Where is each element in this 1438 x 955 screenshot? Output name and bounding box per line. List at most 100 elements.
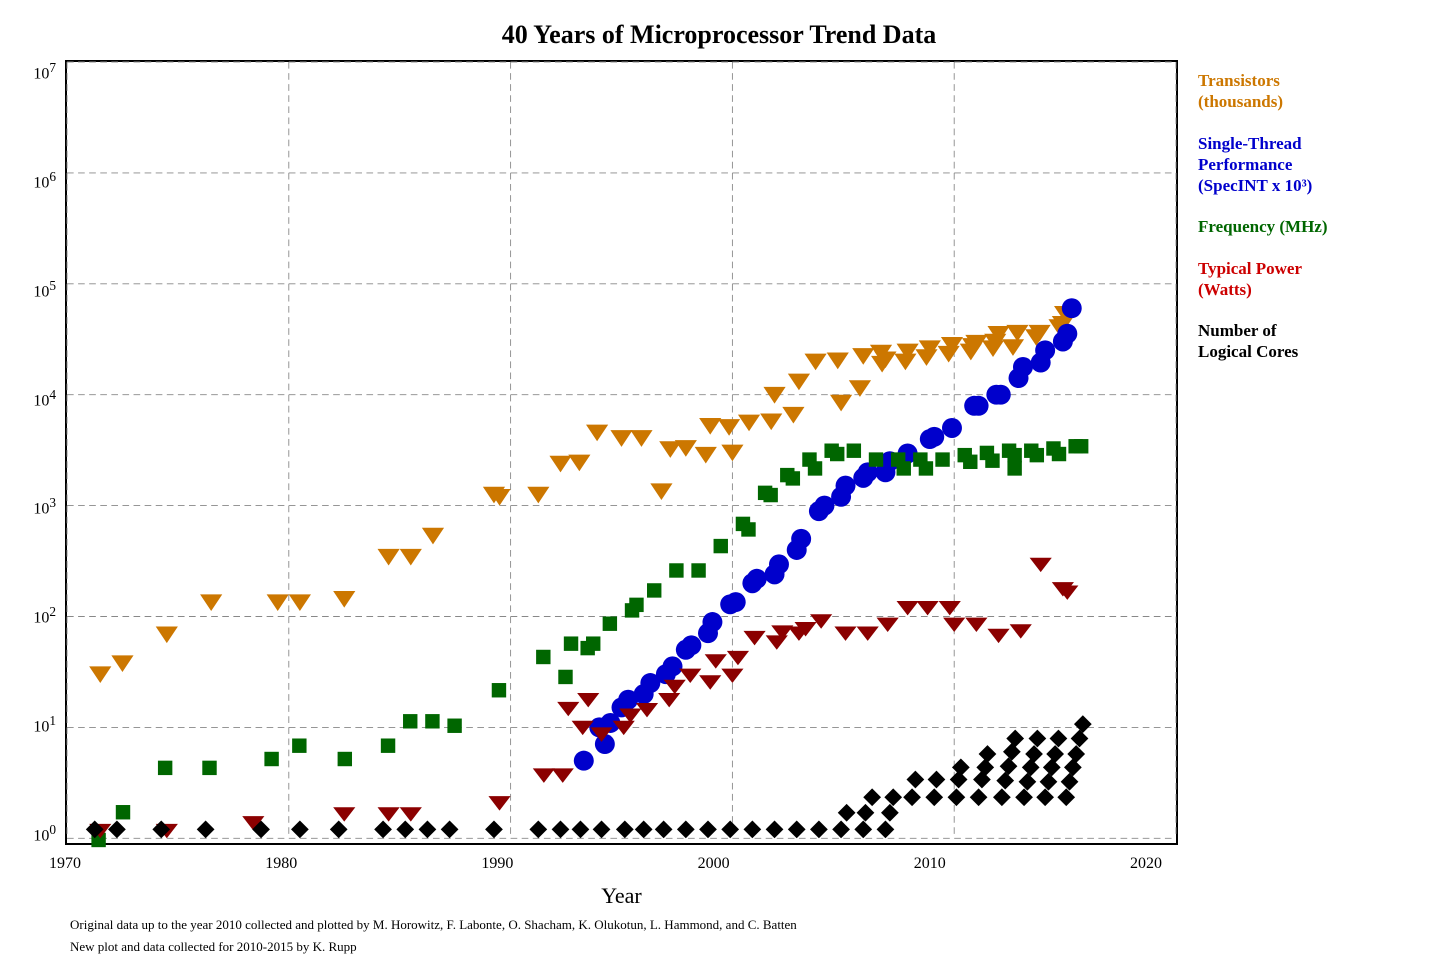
cores-point [396, 821, 414, 839]
freq-point [292, 738, 306, 752]
cores-point [832, 821, 850, 839]
cores-point [788, 821, 806, 839]
cores-point [952, 758, 970, 776]
power-point [378, 807, 400, 821]
cores-point [1071, 730, 1089, 748]
power-point [699, 675, 721, 689]
footnote1: Original data up to the year 2010 collec… [10, 917, 1428, 933]
cores-point [903, 788, 921, 806]
cores-point [1050, 730, 1068, 748]
chart-title: 40 Years of Microprocessor Trend Data [502, 20, 936, 50]
freq-point [1030, 448, 1044, 462]
x-tick-1980: 1980 [265, 855, 297, 873]
transistor-point [549, 456, 571, 473]
plot-container [65, 60, 1178, 845]
perf-point [991, 385, 1011, 405]
power-point [727, 651, 749, 665]
power-point [705, 654, 727, 668]
freq-point [1007, 461, 1021, 475]
transistor-point [610, 430, 632, 447]
power-point [810, 614, 832, 628]
freq-point [603, 616, 617, 630]
cores-point [993, 788, 1011, 806]
freq-point [1007, 448, 1021, 462]
freq-point [963, 455, 977, 469]
cores-point [1019, 773, 1037, 791]
cores-point [1036, 788, 1054, 806]
freq-point [669, 563, 683, 577]
x-tick-2000: 2000 [698, 855, 730, 873]
freq-point [763, 488, 777, 502]
power-point [897, 601, 919, 615]
freq-point [158, 761, 172, 775]
transistor-point [830, 395, 852, 412]
freq-point [741, 522, 755, 536]
cores-point [979, 745, 997, 763]
legend-power: Typical Power(Watts) [1198, 258, 1428, 301]
footnote2: New plot and data collected for 2010-201… [10, 939, 1428, 955]
perf-point [1013, 357, 1033, 377]
x-tick-2010: 2010 [914, 855, 946, 873]
plot-wrapper: 107 106 105 104 103 102 101 100 1970 [65, 60, 1178, 845]
cores-point [884, 788, 902, 806]
cores-point [743, 821, 761, 839]
cores-point [970, 788, 988, 806]
cores-point [1043, 758, 1061, 776]
chart-area: 107 106 105 104 103 102 101 100 1970 [10, 60, 1428, 909]
transistor-point [804, 354, 826, 371]
cores-point [721, 821, 739, 839]
cores-point [907, 771, 925, 789]
transistor-point [527, 487, 549, 504]
legend-transistors: Transistors(thousands) [1198, 70, 1428, 113]
y-tick-7: 107 [33, 60, 62, 83]
power-point [721, 669, 743, 683]
cores-point [593, 821, 611, 839]
perf-point [836, 476, 856, 496]
plot-svg [67, 62, 1176, 838]
transistor-point [827, 353, 849, 370]
cores-point [1029, 730, 1047, 748]
power-point [916, 601, 938, 615]
y-tick-2: 102 [33, 604, 62, 627]
power-point [857, 626, 879, 640]
cores-point [1061, 773, 1079, 791]
cores-point [1040, 773, 1058, 791]
transistor-point [400, 549, 422, 566]
freq-point [264, 752, 278, 766]
cores-point [996, 772, 1014, 790]
power-point [1056, 585, 1078, 599]
power-point [943, 618, 965, 632]
legend-performance-label: Single-ThreadPerformance(SpecINT x 10³) [1198, 133, 1428, 197]
transistor-point [695, 447, 717, 464]
perf-point [791, 529, 811, 549]
cores-point [857, 804, 875, 822]
plot-and-legend: 107 106 105 104 103 102 101 100 1970 [65, 60, 1428, 845]
power-point [1030, 558, 1052, 572]
power-point [557, 702, 579, 716]
power-point [488, 796, 510, 810]
transistor-point [422, 528, 444, 545]
freq-point [629, 598, 643, 612]
freq-point [586, 636, 600, 650]
cores-point [854, 821, 872, 839]
transistor-point [675, 440, 697, 457]
freq-point [830, 447, 844, 461]
legend-frequency: Frequency (MHz) [1198, 216, 1428, 237]
cores-point [810, 821, 828, 839]
transistor-point [568, 455, 590, 472]
freq-point [847, 443, 861, 457]
cores-point [655, 821, 673, 839]
cores-point [1022, 758, 1040, 776]
transistor-point [788, 374, 810, 391]
perf-point [663, 656, 683, 676]
y-tick-5: 105 [33, 278, 62, 301]
cores-point [485, 821, 503, 839]
perf-point [769, 554, 789, 574]
freq-point [338, 752, 352, 766]
y-ticks: 107 106 105 104 103 102 101 100 [7, 60, 62, 845]
power-point [400, 807, 422, 821]
y-tick-0: 100 [33, 822, 62, 845]
legend-power-label: Typical Power(Watts) [1198, 258, 1428, 301]
cores-point [1025, 745, 1043, 763]
power-point [552, 768, 574, 782]
